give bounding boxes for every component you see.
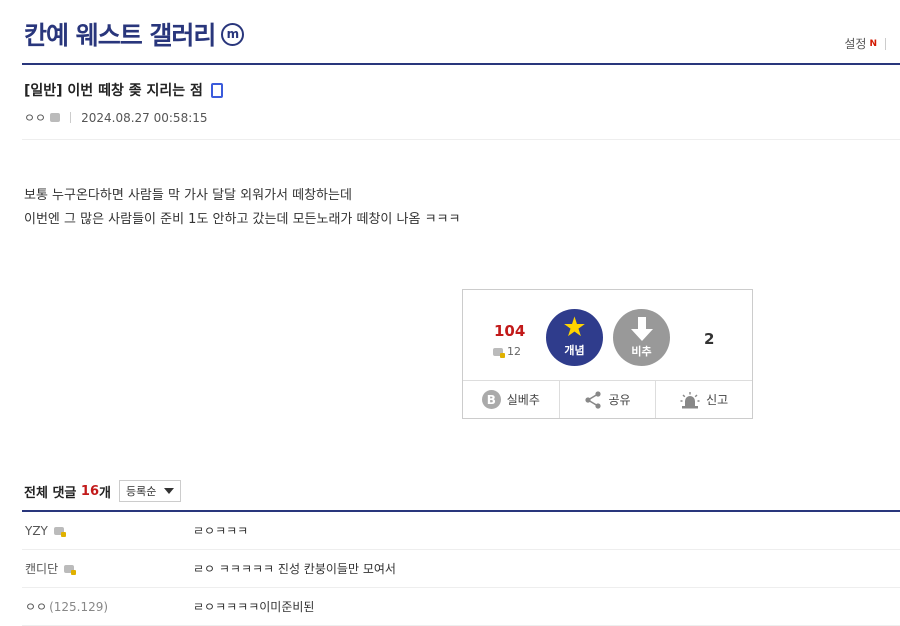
star-icon: ★ bbox=[562, 312, 587, 343]
post-title-text: [일반] 이번 떼창 좆 지리는 점 bbox=[24, 83, 203, 99]
header-divider bbox=[22, 63, 900, 65]
share-button[interactable]: 공유 bbox=[558, 381, 656, 418]
chevron-down-icon bbox=[164, 488, 175, 494]
real-downvote-label: 실베추 bbox=[506, 393, 540, 407]
best-icon: B bbox=[481, 390, 501, 409]
vote-actions: B 실베추 공유 신고 bbox=[463, 380, 752, 418]
downvote-label: 비추 bbox=[631, 345, 652, 358]
share-label: 공유 bbox=[608, 393, 631, 407]
meta-divider bbox=[22, 139, 900, 140]
settings-link[interactable]: 설정 N bbox=[844, 35, 886, 52]
comment-header: 전체 댓글 16 개 등록순 bbox=[24, 480, 182, 502]
comment-count-unit: 개 bbox=[99, 485, 111, 501]
minor-gallery-icon: m bbox=[221, 22, 245, 46]
comment-row: 캔디단 ㄹㅇ ㅋㅋㅋㅋㅋ 진성 칸붕이들만 모여서 bbox=[22, 550, 900, 588]
sort-value: 등록순 bbox=[125, 485, 157, 498]
post-title: [일반] 이번 떼창 좆 지리는 점 bbox=[24, 80, 223, 100]
divider bbox=[885, 37, 886, 50]
divider bbox=[70, 112, 72, 123]
comment-writer[interactable]: YZY bbox=[22, 524, 193, 538]
post-date: 2024.08.27 00:58:15 bbox=[81, 110, 208, 125]
share-icon bbox=[585, 390, 602, 409]
post-content: 보통 누구온다하면 사람들 막 가사 달달 외워가서 떼창하는데 이번엔 그 많… bbox=[24, 184, 460, 232]
fixed-upvote-value: 12 bbox=[507, 345, 521, 358]
fixed-nick-icon bbox=[53, 526, 66, 537]
comment-row: YZY ㄹㅇㅋㅋㅋ bbox=[22, 512, 900, 550]
comment-writer-name: ㅇㅇ bbox=[25, 600, 48, 614]
comment-text: ㄹㅇㅋㅋㅋㅋ이미준비된 bbox=[193, 600, 315, 614]
comment-text: ㄹㅇ ㅋㅋㅋㅋㅋ 진성 칸붕이들만 모여서 bbox=[193, 562, 396, 576]
new-badge: N bbox=[869, 38, 877, 49]
mobile-icon bbox=[210, 82, 223, 98]
comment-header-label: 전체 댓글 bbox=[24, 485, 77, 501]
comment-writer-name: YZY bbox=[25, 523, 48, 538]
comment-count: 16 bbox=[80, 483, 99, 499]
siren-icon bbox=[680, 391, 700, 408]
fixed-upvote-count: 12 bbox=[493, 345, 521, 358]
gallery-title[interactable]: 칸예 웨스트 갤러리 m bbox=[24, 16, 245, 52]
recommend-button[interactable]: ★ 개념 bbox=[546, 309, 603, 366]
comment-sort-select[interactable]: 등록순 bbox=[118, 480, 182, 502]
report-label: 신고 bbox=[706, 393, 729, 407]
fixed-nick-icon bbox=[493, 347, 505, 358]
comment-writer[interactable]: 캔디단 bbox=[22, 560, 193, 577]
report-button[interactable]: 신고 bbox=[655, 381, 752, 418]
comment-writer-ip: (125.129) bbox=[49, 599, 109, 614]
arrow-down-icon bbox=[630, 317, 653, 341]
fixed-nick-icon bbox=[50, 113, 61, 122]
downvote-button[interactable]: 비추 bbox=[613, 309, 670, 366]
gallery-title-text: 칸예 웨스트 갤러리 bbox=[24, 21, 216, 50]
upvote-count: 104 bbox=[494, 322, 526, 340]
comment-row: ㅇㅇ (125.129) ㄹㅇㅋㅋㅋㅋ이미준비된 bbox=[22, 588, 900, 626]
comment-writer[interactable]: ㅇㅇ (125.129) bbox=[22, 598, 193, 615]
content-line: 보통 누구온다하면 사람들 막 가사 달달 외워가서 떼창하는데 bbox=[24, 188, 352, 203]
content-line: 이번엔 그 많은 사람들이 준비 1도 안하고 갔는데 모든노래가 떼창이 나옴… bbox=[24, 212, 461, 227]
recommend-label: 개념 bbox=[564, 344, 585, 357]
post-author[interactable]: ㅇㅇ bbox=[24, 109, 46, 126]
comment-writer-name: 캔디단 bbox=[25, 562, 59, 576]
settings-label: 설정 bbox=[844, 37, 867, 51]
comment-text: ㄹㅇㅋㅋㅋ bbox=[193, 524, 249, 538]
fixed-nick-icon bbox=[64, 564, 77, 575]
post-meta: ㅇㅇ 2024.08.27 00:58:15 bbox=[24, 109, 208, 126]
downvote-count: 2 bbox=[704, 330, 715, 348]
vote-box: 104 12 ★ 개념 비추 2 B 실베추 공유 신고 bbox=[462, 289, 753, 419]
real-downvote-button[interactable]: B 실베추 bbox=[463, 381, 559, 418]
